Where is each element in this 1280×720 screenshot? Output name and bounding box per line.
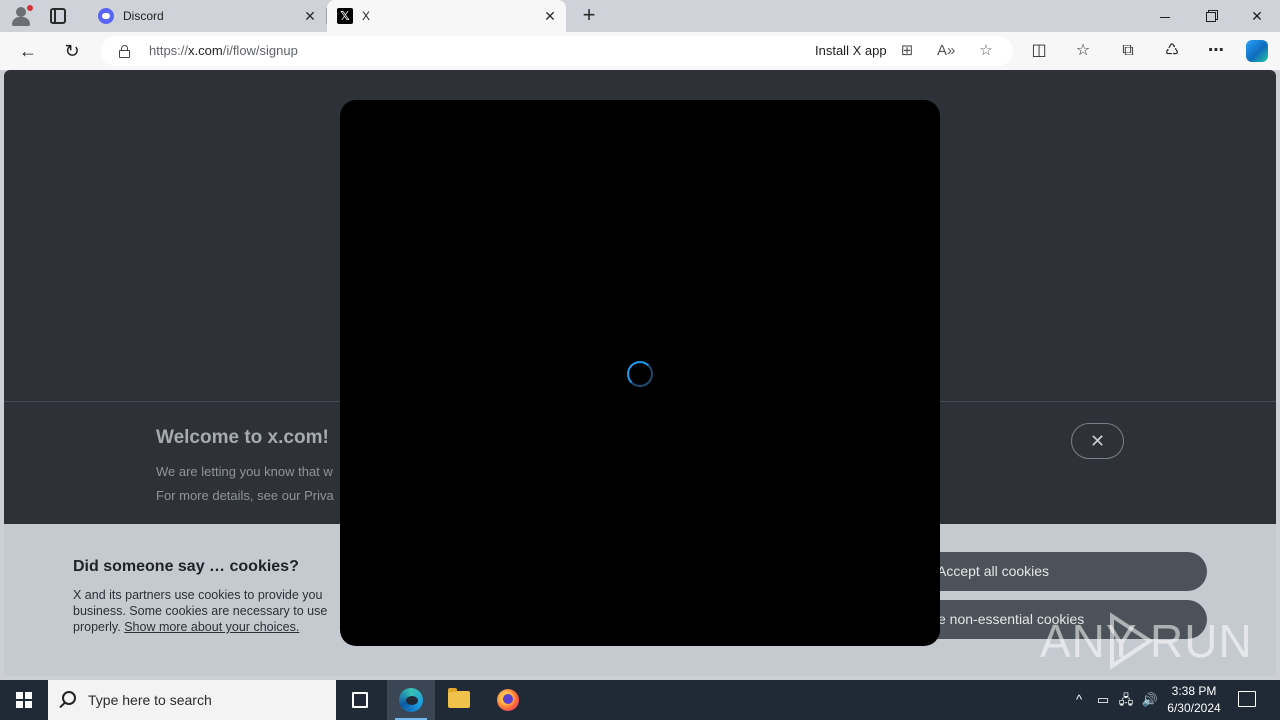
task-view-icon xyxy=(352,692,368,708)
lock-icon[interactable] xyxy=(119,45,130,58)
signup-modal xyxy=(340,100,940,646)
tab-x[interactable]: 𝕏 X ✕ xyxy=(327,0,566,32)
loading-spinner xyxy=(627,361,653,387)
clock-date: 6/30/2024 xyxy=(1167,701,1221,715)
anyrun-watermark: ANY RUN xyxy=(1040,608,1252,672)
reload-button[interactable]: ↻ xyxy=(60,39,84,63)
close-window-button[interactable]: ✕ xyxy=(1234,0,1280,32)
browser-toolbar: ← ↻ https://x.com/i/flow/signup Install … xyxy=(0,32,1280,70)
taskbar-search[interactable]: Type here to search xyxy=(48,680,336,720)
edge-taskbar-button[interactable] xyxy=(387,680,435,720)
close-tab-icon[interactable]: ✕ xyxy=(302,8,318,24)
favorites-icon[interactable]: ☆ xyxy=(1073,41,1093,61)
network-icon[interactable]: 🖧 xyxy=(1116,680,1136,720)
firefox-button[interactable] xyxy=(484,680,532,720)
accept-cookies-button[interactable]: Accept all cookies xyxy=(904,552,1207,591)
start-button[interactable] xyxy=(0,680,48,720)
notification-icon[interactable] xyxy=(1238,691,1256,707)
read-aloud-icon[interactable]: A» xyxy=(937,42,955,60)
clock-time: 3:38 PM xyxy=(1171,684,1217,698)
back-button[interactable]: ← xyxy=(16,39,40,63)
tab-title: Discord xyxy=(123,9,164,23)
browser-essentials-icon[interactable]: ♺ xyxy=(1162,41,1182,61)
restore-icon xyxy=(1206,12,1216,23)
cookie-choices-link[interactable]: Show more about your choices. xyxy=(124,620,299,634)
search-icon xyxy=(62,691,76,705)
restore-button[interactable] xyxy=(1188,0,1234,32)
more-menu-icon[interactable]: ⋯ xyxy=(1206,41,1226,61)
folder-icon xyxy=(448,688,470,708)
edge-icon xyxy=(399,688,423,712)
tab-actions-icon[interactable] xyxy=(50,8,66,24)
cookie-text: X and its partners use cookies to provid… xyxy=(73,588,328,634)
add-favorite-icon[interactable]: ☆ xyxy=(977,42,995,60)
clock[interactable]: 3:38 PM 6/30/2024 xyxy=(1160,683,1228,717)
url-text[interactable]: https://x.com/i/flow/signup xyxy=(149,43,298,58)
minimize-button[interactable] xyxy=(1142,0,1188,32)
copilot-icon[interactable] xyxy=(1246,40,1268,62)
file-explorer-button[interactable] xyxy=(435,680,483,720)
meet-now-icon[interactable]: ▭ xyxy=(1094,680,1112,720)
task-view-button[interactable] xyxy=(336,680,384,720)
firefox-icon xyxy=(497,689,519,711)
search-placeholder: Type here to search xyxy=(88,692,212,708)
install-app-button[interactable]: Install X app xyxy=(815,43,887,58)
new-tab-button[interactable]: + xyxy=(578,4,600,26)
close-tab-icon[interactable]: ✕ xyxy=(542,8,558,24)
tab-discord[interactable]: Discord ✕ xyxy=(88,0,326,32)
play-logo-icon xyxy=(1110,612,1154,670)
tab-title: X xyxy=(362,9,371,23)
profile-icon[interactable] xyxy=(10,5,33,27)
volume-icon[interactable]: 🔊 xyxy=(1140,680,1160,720)
tab-strip: Discord ✕ 𝕏 X ✕ + ✕ xyxy=(0,0,1280,32)
split-screen-icon[interactable]: ◫ xyxy=(1029,41,1049,61)
app-available-icon[interactable]: ⊞ xyxy=(898,42,916,60)
x-logo-icon: 𝕏 xyxy=(337,8,353,24)
show-hidden-icons-button[interactable]: ^ xyxy=(1068,680,1090,720)
welcome-details: For more details, see our Priva xyxy=(156,488,334,503)
minimize-icon xyxy=(1160,16,1170,18)
collections-icon[interactable]: ⧉ xyxy=(1118,41,1138,61)
welcome-title: Welcome to x.com! xyxy=(156,427,329,448)
cookie-title: Did someone say … cookies? xyxy=(73,558,299,575)
discord-icon xyxy=(98,8,114,24)
close-banner-button[interactable]: ✕ xyxy=(1071,423,1124,459)
windows-icon xyxy=(16,692,32,708)
address-bar[interactable]: https://x.com/i/flow/signup Install X ap… xyxy=(101,36,1013,66)
welcome-text: We are letting you know that w xyxy=(156,464,333,479)
taskbar: Type here to search ^ ▭ 🖧 🔊 3:38 PM 6/30… xyxy=(0,680,1280,720)
